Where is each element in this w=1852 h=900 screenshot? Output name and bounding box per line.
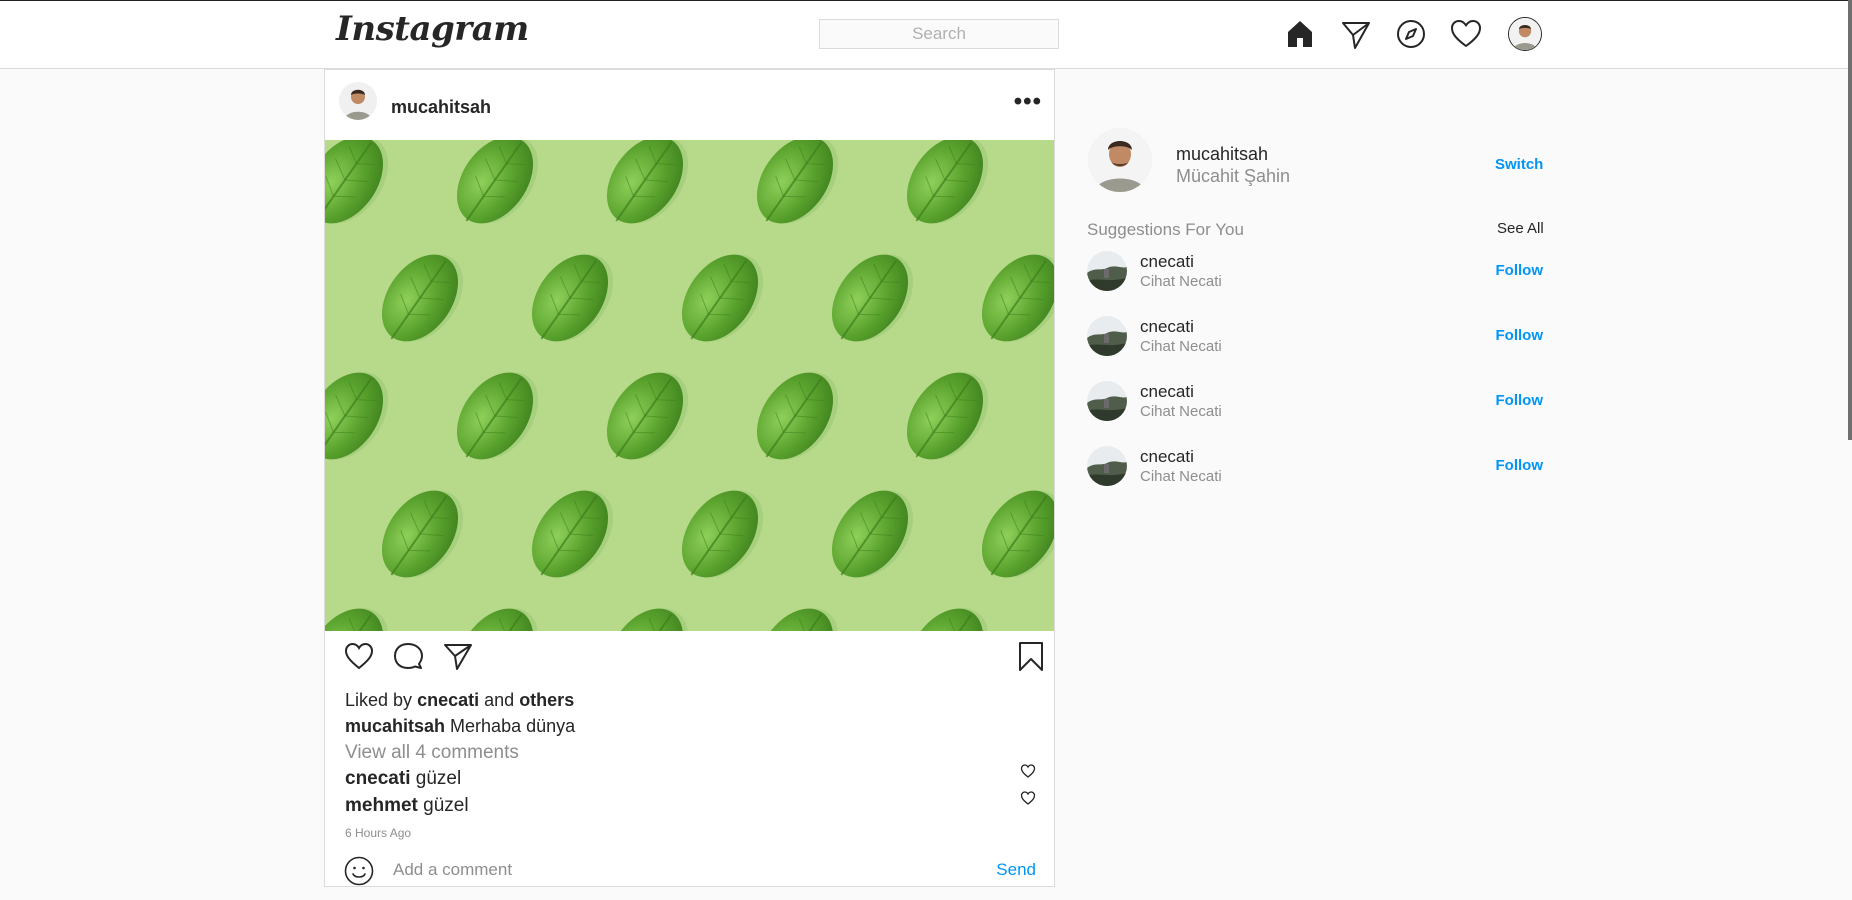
comment-username[interactable]: mehmet (345, 795, 418, 816)
comment-like-heart-icon[interactable] (1020, 763, 1036, 779)
suggestion-avatar[interactable] (1087, 381, 1127, 421)
like-heart-icon[interactable] (343, 640, 375, 672)
follow-button[interactable]: Follow (1496, 392, 1544, 409)
profile-avatar[interactable] (1508, 17, 1542, 51)
post-header: mucahitsah ••• (325, 70, 1054, 140)
instagram-logo[interactable]: Instagram (336, 9, 529, 49)
comment-row: mehmet güzel (345, 795, 469, 817)
suggestion-username[interactable]: cnecati (1140, 317, 1194, 337)
comment-username[interactable]: cnecati (345, 768, 410, 789)
follow-button[interactable]: Follow (1496, 457, 1544, 474)
view-all-comments-link[interactable]: View all 4 comments (345, 742, 519, 764)
suggestion-item: cnecati Cihat Necati Follow (1087, 446, 1543, 488)
activity-heart-icon[interactable] (1449, 17, 1483, 51)
suggestion-name: Cihat Necati (1140, 468, 1222, 485)
save-bookmark-icon[interactable] (1015, 640, 1047, 672)
liked-by-line: Liked by cnecati and others (345, 690, 574, 711)
more-options-icon[interactable]: ••• (1014, 90, 1042, 114)
suggestion-username[interactable]: cnecati (1140, 382, 1194, 402)
follow-button[interactable]: Follow (1496, 327, 1544, 344)
suggestion-name: Cihat Necati (1140, 403, 1222, 420)
follow-button[interactable]: Follow (1496, 262, 1544, 279)
home-icon[interactable] (1283, 17, 1317, 51)
suggestion-avatar[interactable] (1087, 446, 1127, 486)
add-comment-input[interactable] (393, 858, 973, 882)
suggestion-name: Cihat Necati (1140, 338, 1222, 355)
suggestion-item: cnecati Cihat Necati Follow (1087, 251, 1543, 293)
post-actions (325, 632, 1054, 678)
comment-bubble-icon[interactable] (392, 640, 424, 672)
post-author-username[interactable]: mucahitsah (391, 97, 491, 118)
liked-by-others[interactable]: others (519, 690, 574, 710)
switch-account-button[interactable]: Switch (1495, 156, 1543, 173)
send-comment-button[interactable]: Send (996, 860, 1036, 880)
comment-text: güzel (415, 768, 462, 789)
sidebar-full-name: Mücahit Şahin (1176, 166, 1291, 186)
liked-by-and: and (484, 690, 515, 710)
suggestion-avatar[interactable] (1087, 251, 1127, 291)
suggestion-item: cnecati Cihat Necati Follow (1087, 316, 1543, 358)
comment-text: güzel (423, 795, 469, 816)
comment-like-heart-icon[interactable] (1020, 790, 1036, 806)
post-card: mucahitsah ••• Liked by cnecati and othe… (324, 69, 1055, 887)
post-timestamp: 6 Hours Ago (345, 826, 412, 840)
post-author-avatar[interactable] (339, 82, 377, 120)
suggestion-username[interactable]: cnecati (1140, 252, 1194, 272)
emoji-smile-icon[interactable] (344, 856, 374, 886)
suggestions-title: Suggestions For You (1087, 220, 1244, 239)
see-all-link[interactable]: See All (1497, 220, 1544, 237)
explore-compass-icon[interactable] (1394, 17, 1428, 51)
add-comment-bar: Send (325, 844, 1054, 886)
suggestion-avatar[interactable] (1087, 316, 1127, 356)
liked-by-user[interactable]: cnecati (417, 690, 479, 710)
comment-row: cnecati güzel (345, 768, 461, 790)
sidebar-profile-avatar[interactable] (1088, 128, 1152, 192)
post-image (325, 140, 1054, 631)
vertical-scrollbar[interactable] (1848, 0, 1852, 440)
suggestion-name: Cihat Necati (1140, 273, 1222, 290)
top-navbar: Instagram Search (0, 1, 1852, 69)
post-caption: mucahitsah Merhaba dünya (345, 716, 575, 737)
suggestion-username[interactable]: cnecati (1140, 447, 1194, 467)
suggestion-item: cnecati Cihat Necati Follow (1087, 381, 1543, 423)
caption-username[interactable]: mucahitsah (345, 716, 445, 736)
sidebar-username[interactable]: mucahitsah (1176, 144, 1268, 165)
share-icon[interactable] (442, 640, 474, 672)
caption-text: Merhaba dünya (450, 716, 576, 736)
liked-by-prefix: Liked by (345, 690, 413, 710)
direct-message-icon[interactable] (1339, 17, 1373, 51)
search-input[interactable]: Search (819, 19, 1059, 49)
